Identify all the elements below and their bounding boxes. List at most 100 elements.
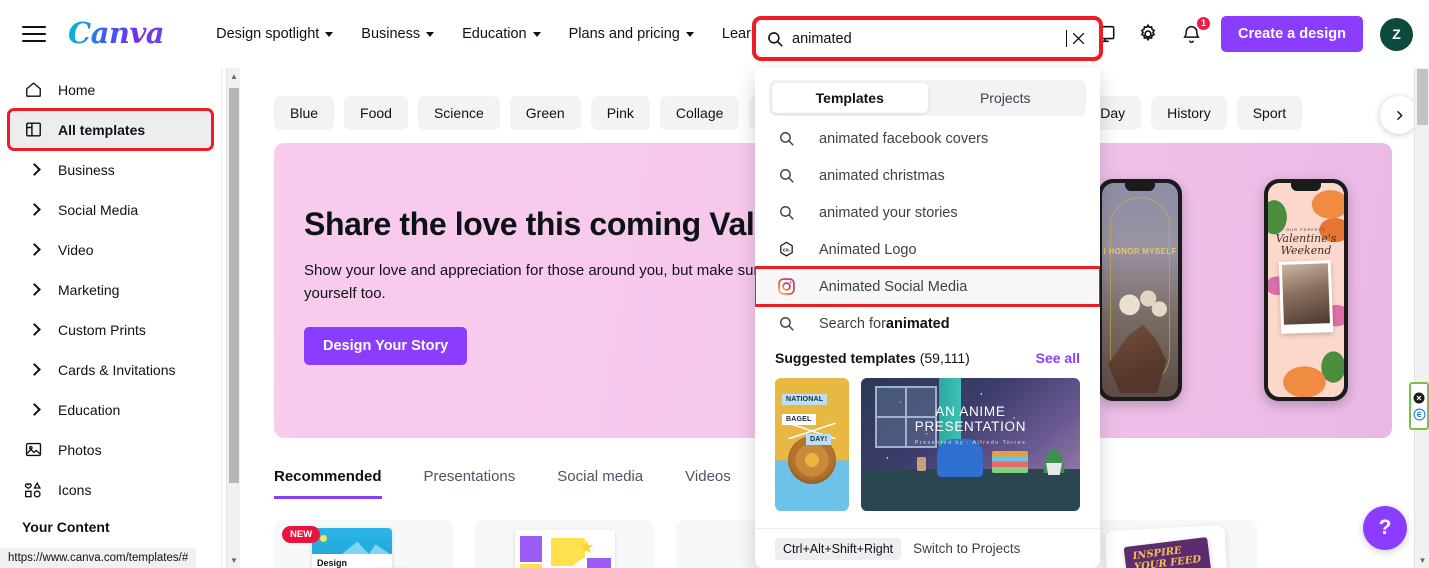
sidebar-item-custom-prints[interactable]: Custom Prints: [10, 311, 211, 348]
chevron-right-icon: [22, 163, 44, 176]
templates-grid-icon: [22, 120, 44, 139]
hamburger-menu-icon[interactable]: [22, 22, 46, 46]
tab-social-media[interactable]: Social media: [557, 468, 643, 499]
chip-food[interactable]: Food: [344, 96, 408, 130]
suggestion-label: animated facebook covers: [819, 130, 989, 147]
chevron-down-icon: [685, 32, 694, 37]
new-badge: NEW: [282, 526, 321, 543]
suggested-thumbnails: NATIONAL BAGEL DAY! AN ANIME PRESENTATIO…: [755, 370, 1100, 511]
search-icon: [775, 167, 797, 184]
search-icon: [766, 30, 784, 48]
phone-mockup-1: I HONOR MYSELF: [1098, 179, 1182, 401]
phone-screen-valentines-weekend: OUR PERFECT Valentine's Weekend: [1268, 183, 1344, 397]
sidebar-item-marketing[interactable]: Marketing: [10, 271, 211, 308]
shape-purple: [520, 536, 542, 562]
dropdown-tab-projects[interactable]: Projects: [928, 83, 1084, 113]
sidebar-item-label: Photos: [58, 441, 102, 458]
card-inner-preview: Design: [312, 528, 392, 568]
sidebar-scrollbar-thumb[interactable]: [229, 88, 239, 483]
thumbnail-text-block: NATIONAL BAGEL DAY!: [782, 388, 832, 448]
chip-green[interactable]: Green: [509, 96, 581, 130]
nav-plans-and-pricing[interactable]: Plans and pricing: [555, 18, 708, 50]
extension-e-icon[interactable]: [1412, 407, 1426, 421]
suggestion-animated-christmas[interactable]: animated christmas: [755, 157, 1100, 194]
nav-education[interactable]: Education: [448, 18, 555, 50]
suggested-templates-header: Suggested templates (59,111) See all: [755, 342, 1100, 370]
chip-sport[interactable]: Sport: [1236, 96, 1303, 130]
search-for-prefix: Search for: [819, 315, 886, 332]
nav-business[interactable]: Business: [347, 18, 448, 50]
canva-logo[interactable]: Canva: [68, 19, 165, 48]
thumbnail-an-anime-presentation[interactable]: AN ANIME PRESENTATION Presented by : Alf…: [860, 378, 1080, 511]
sidebar-item-photos[interactable]: Photos: [10, 431, 211, 468]
sidebar-item-education[interactable]: Education: [10, 391, 211, 428]
sidebar-item-video[interactable]: Video: [10, 231, 211, 268]
suggestion-animated-social-media[interactable]: Animated Social Media: [755, 266, 1100, 307]
chevron-down-icon: [325, 32, 334, 37]
thumbnail-national-bagel-day[interactable]: NATIONAL BAGEL DAY!: [775, 378, 849, 511]
tab-videos[interactable]: Videos: [685, 468, 731, 499]
suggested-templates-title: Suggested templates (59,111): [775, 350, 970, 366]
sidebar-item-home[interactable]: Home: [10, 71, 211, 108]
couple-photo: [1278, 260, 1334, 334]
chip-history[interactable]: History: [1151, 96, 1227, 130]
page-scrollbar-thumb[interactable]: [1417, 69, 1428, 125]
sidebar-item-label: Home: [58, 81, 96, 98]
gear-icon[interactable]: [1135, 21, 1161, 47]
bell-icon[interactable]: 1: [1178, 16, 1211, 47]
search-box[interactable]: [755, 19, 1100, 58]
scroll-down-arrow-icon[interactable]: ▼: [227, 552, 241, 568]
template-card-inspire-your-feed[interactable]: INSPIRE YOUR FEED: [1078, 520, 1257, 568]
design-your-story-button[interactable]: Design Your Story: [304, 327, 468, 366]
search-input[interactable]: [792, 30, 1068, 47]
sidebar-item-label: Education: [58, 401, 121, 418]
close-circle-icon[interactable]: [1412, 391, 1426, 405]
scroll-up-arrow-icon[interactable]: ▲: [227, 68, 241, 84]
chip-collage[interactable]: Collage: [659, 96, 740, 130]
sidebar-item-cards-invitations[interactable]: Cards & Invitations: [10, 351, 211, 388]
suggestion-animated-facebook-covers[interactable]: animated facebook covers: [755, 120, 1100, 157]
phone-notch: [1125, 183, 1155, 191]
sidebar-item-label: Video: [58, 241, 94, 258]
main-nav-links: Design spotlight Business Education Plan…: [202, 18, 787, 50]
thumb-line-2: BAGEL: [782, 414, 816, 425]
template-card-design-new[interactable]: NEW Design: [274, 520, 453, 568]
help-button[interactable]: ?: [1363, 506, 1407, 550]
sidebar-section-your-content[interactable]: Your Content: [10, 516, 211, 538]
nav-label: Design spotlight: [216, 25, 320, 42]
page-scrollbar[interactable]: ▲ ▼: [1414, 68, 1429, 568]
top-navigation-bar: Canva Design spotlight Business Educatio…: [0, 0, 1429, 68]
close-icon[interactable]: [1067, 28, 1089, 50]
sidebar-item-all-templates[interactable]: All templates: [7, 108, 214, 151]
logo-hexagon-icon: co.: [775, 240, 797, 259]
chip-blue[interactable]: Blue: [274, 96, 335, 130]
chevron-down-icon: [426, 32, 435, 37]
card-header-row: [1105, 525, 1225, 531]
chips-next-button[interactable]: [1380, 96, 1418, 134]
sidebar-scrollbar[interactable]: ▲ ▼: [226, 68, 240, 568]
scroll-down-arrow-icon[interactable]: ▼: [1415, 552, 1429, 568]
template-card-presentation[interactable]: [475, 520, 654, 568]
suggestion-animated-logo[interactable]: co. Animated Logo: [755, 231, 1100, 268]
chevron-right-icon: [22, 203, 44, 216]
tab-recommended[interactable]: Recommended: [274, 468, 382, 499]
browser-extension-widget[interactable]: [1409, 382, 1429, 430]
chip-science[interactable]: Science: [417, 96, 500, 130]
sidebar-item-social-media[interactable]: Social Media: [10, 191, 211, 228]
sidebar-item-icons[interactable]: Icons: [10, 471, 211, 508]
sidebar-item-label: Icons: [58, 481, 92, 498]
user-avatar[interactable]: Z: [1380, 17, 1413, 51]
notification-badge: 1: [1196, 16, 1211, 31]
see-all-link[interactable]: See all: [1036, 350, 1080, 366]
suggestion-animated-your-stories[interactable]: animated your stories: [755, 194, 1100, 231]
tab-presentations[interactable]: Presentations: [424, 468, 516, 499]
flowers-graphic: [1111, 288, 1173, 330]
card-image: [312, 528, 392, 554]
sidebar-item-business[interactable]: Business: [10, 151, 211, 188]
nav-design-spotlight[interactable]: Design spotlight: [202, 18, 347, 50]
create-a-design-button[interactable]: Create a design: [1221, 16, 1363, 52]
chip-pink[interactable]: Pink: [590, 96, 650, 130]
top-right-actions: 1 Create a design Z: [1092, 0, 1413, 68]
suggestion-search-for-term[interactable]: Search for animated: [755, 305, 1100, 342]
dropdown-tab-templates[interactable]: Templates: [772, 83, 928, 113]
